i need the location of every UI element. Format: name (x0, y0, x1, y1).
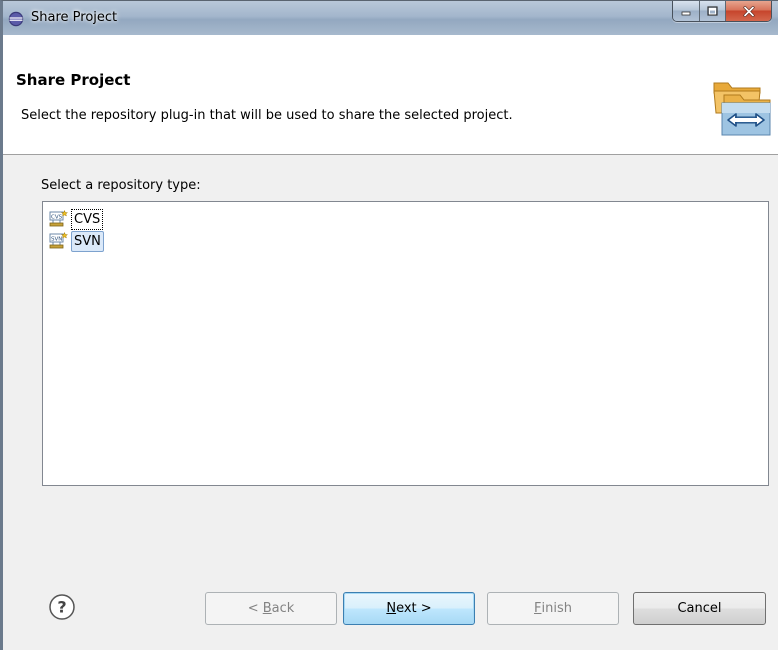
maximize-icon (707, 6, 718, 16)
share-project-dialog: Share Project Share Project Select the r… (0, 0, 778, 650)
cvs-repository-icon: CVS (49, 210, 69, 227)
page-description: Select the repository plug-in that will … (21, 108, 513, 123)
wizard-banner: Share Project Select the repository plug… (3, 35, 778, 155)
back-label-mnemonic: B (262, 601, 272, 616)
next-button[interactable]: Next > (343, 592, 475, 625)
title-bar[interactable]: Share Project (3, 1, 778, 35)
eclipse-icon (8, 11, 24, 27)
minimize-icon (681, 11, 691, 16)
cancel-button[interactable]: Cancel (633, 592, 766, 625)
window-title: Share Project (31, 10, 118, 25)
window-controls (672, 1, 772, 22)
back-label-pre: < (247, 601, 263, 616)
finish-label-mnemonic: F (534, 601, 542, 616)
cancel-label: Cancel (677, 601, 722, 616)
svn-repository-icon: SVN (49, 232, 69, 249)
repository-type-list[interactable]: CVS CVS SVN SVN (42, 201, 769, 486)
svg-text:SVN: SVN (51, 237, 62, 243)
minimize-button[interactable] (673, 1, 700, 21)
back-label-post: ack (271, 601, 295, 616)
help-icon: ? (57, 598, 66, 617)
folders-share-icon (713, 82, 771, 136)
list-item-svn[interactable]: SVN SVN (49, 230, 104, 252)
next-label-mnemonic: N (386, 601, 397, 616)
next-label-post: ext > (396, 601, 432, 616)
page-title: Share Project (16, 71, 131, 89)
back-button[interactable]: < Back (205, 592, 337, 625)
finish-button[interactable]: Finish (487, 592, 619, 625)
list-item-label: SVN (71, 230, 104, 252)
close-icon (743, 5, 754, 17)
svg-text:CVS: CVS (51, 215, 63, 221)
list-item-label: CVS (71, 208, 104, 230)
repository-type-label: Select a repository type: (41, 178, 201, 193)
close-button[interactable] (726, 1, 771, 21)
list-item-cvs[interactable]: CVS CVS (49, 208, 104, 230)
finish-label-post: inish (541, 601, 572, 616)
maximize-button[interactable] (700, 1, 726, 21)
help-button[interactable]: ? (48, 593, 76, 621)
